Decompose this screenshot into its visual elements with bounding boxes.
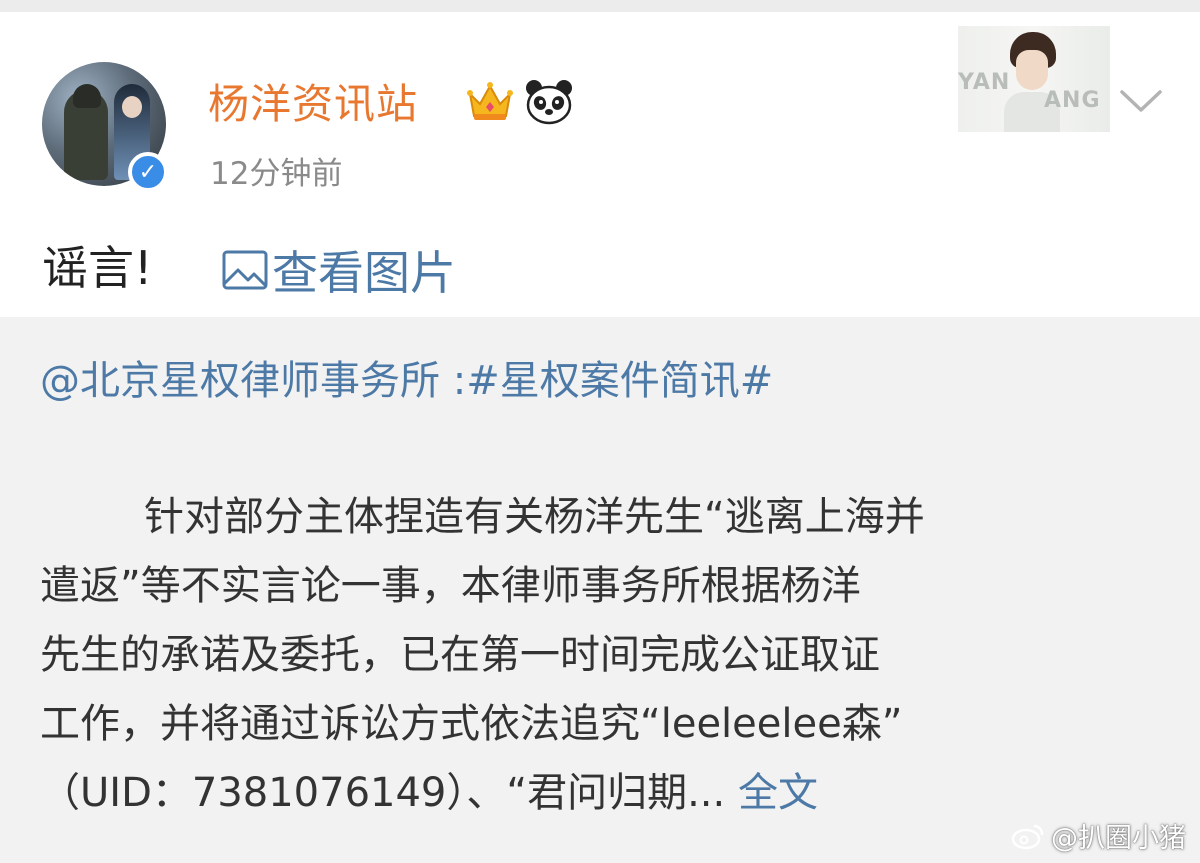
repost-source[interactable]: @北京星权律师事务所 :#星权案件简讯# [40, 347, 773, 415]
weibo-post: ✓ 杨洋资讯站 12分钟前 YAN ANG 谣言! 查看图片 [0, 12, 1200, 317]
repost-body-line: 工作，并将通过诉讼方式依法追究“leeleelee森” [40, 701, 903, 747]
repost-body-line: （UID：7381076149）、“君问归期... [40, 770, 738, 816]
post-timestamp: 12分钟前 [210, 156, 343, 192]
username[interactable]: 杨洋资讯站 [208, 76, 418, 132]
repost-body-line: 针对部分主体捏造有关杨洋先生“逃离上海并 [144, 494, 925, 540]
avatar-figure-soldier [64, 84, 108, 180]
chevron-down-icon[interactable] [1116, 80, 1166, 120]
repost-card[interactable]: @北京星权律师事务所 :#星权案件简讯# 针对部分主体捏造有关杨洋先生“逃离上海… [0, 317, 1200, 863]
repost-body: 针对部分主体捏造有关杨洋先生“逃离上海并 遣返”等不实言论一事，本律师事务所根据… [40, 483, 1170, 828]
repost-body-line: 遣返”等不实言论一事，本律师事务所根据杨洋 [40, 563, 861, 609]
watermark-text: @扒圈小猪 [1051, 823, 1186, 854]
post-text: 谣言! [42, 241, 153, 295]
watermark: @扒圈小猪 [1011, 816, 1186, 855]
weibo-logo-icon [1011, 824, 1044, 849]
panda-icon[interactable] [524, 78, 574, 126]
repost-body-line: 先生的承诺及委托，已在第一时间完成公证取证 [40, 632, 880, 678]
view-image-label: 查看图片 [272, 246, 456, 300]
verified-badge-icon: ✓ [128, 152, 168, 192]
top-divider [0, 0, 1200, 12]
image-icon [222, 250, 268, 290]
card-text-left: YAN [958, 70, 1011, 95]
view-image-link[interactable]: 查看图片 [220, 234, 456, 306]
user-card-decoration[interactable]: YAN ANG [958, 26, 1110, 132]
repost-body-last-line: （UID：7381076149）、“君问归期... 全文 [40, 759, 1170, 828]
card-text-right: ANG [1044, 88, 1101, 113]
full-text-link[interactable]: 全文 [738, 770, 818, 816]
crown-icon[interactable] [466, 80, 514, 124]
card-portrait [1004, 32, 1060, 132]
